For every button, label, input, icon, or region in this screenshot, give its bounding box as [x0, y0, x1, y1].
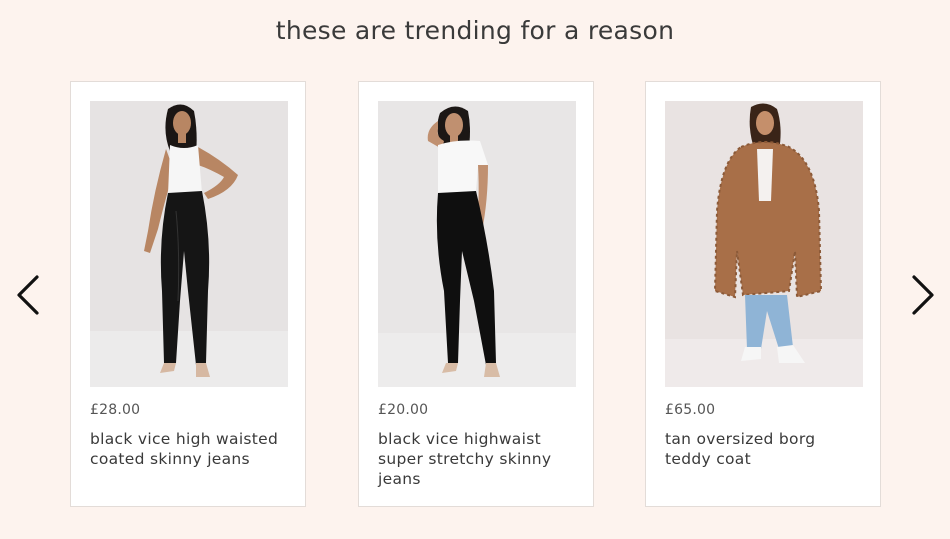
- product-image[interactable]: [90, 101, 288, 387]
- product-title[interactable]: black vice high waisted coated skinny je…: [90, 429, 290, 469]
- product-image[interactable]: [378, 101, 576, 387]
- product-image[interactable]: [665, 101, 863, 387]
- product-title[interactable]: black vice highwaist super stretchy skin…: [378, 429, 578, 489]
- product-title[interactable]: tan oversized borg teddy coat: [665, 429, 865, 469]
- product-price: £28.00: [90, 402, 141, 418]
- carousel-next-button[interactable]: [906, 270, 940, 320]
- chevron-left-icon: [17, 275, 39, 315]
- carousel-prev-button[interactable]: [11, 270, 45, 320]
- product-card[interactable]: £65.00 tan oversized borg teddy coat: [645, 81, 881, 507]
- product-price: £20.00: [378, 402, 429, 418]
- product-card[interactable]: £28.00 black vice high waisted coated sk…: [70, 81, 306, 507]
- section-heading: these are trending for a reason: [275, 16, 675, 45]
- product-card[interactable]: £20.00 black vice highwaist super stretc…: [358, 81, 594, 507]
- chevron-right-icon: [912, 275, 934, 315]
- product-price: £65.00: [665, 402, 716, 418]
